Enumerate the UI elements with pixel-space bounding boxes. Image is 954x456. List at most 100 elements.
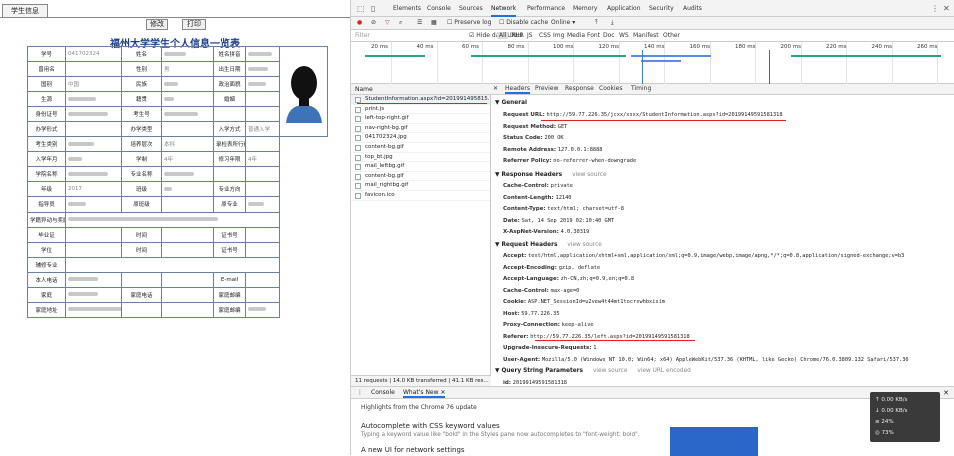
preserve-log-checkbox[interactable]: ☐ Preserve log bbox=[447, 19, 491, 26]
file-icon bbox=[355, 125, 361, 132]
devtools-tab-sources[interactable]: Sources bbox=[459, 0, 483, 17]
file-icon bbox=[355, 154, 361, 161]
clear-icon[interactable]: ⊘ bbox=[371, 19, 376, 26]
table-cell bbox=[65, 196, 122, 213]
table-cell bbox=[65, 241, 122, 258]
devtools-tab-performance[interactable]: Performance bbox=[527, 0, 565, 17]
request-list-item[interactable]: mail_leftbg.gif bbox=[351, 162, 490, 172]
feature-title[interactable]: A new UI for network settings bbox=[361, 446, 465, 454]
devtools-tab-network[interactable]: Network bbox=[491, 0, 517, 17]
detail-tab-cookies[interactable]: Cookies bbox=[599, 85, 623, 92]
timeline-tick-label: 140 ms bbox=[644, 44, 665, 50]
drawer-tab-whats-new[interactable]: What's New ✕ bbox=[403, 389, 446, 398]
close-icon[interactable]: ✕ bbox=[943, 4, 950, 13]
timeline-tick-label: 160 ms bbox=[689, 44, 710, 50]
query-string-section-header[interactable]: ▼ Query String Parameters view source view … bbox=[495, 368, 691, 374]
devtools-tab-elements[interactable]: Elements bbox=[393, 0, 421, 17]
filter-type-font[interactable]: Font bbox=[587, 32, 600, 39]
network-overview: 20 ms 40 ms 60 ms 80 ms 100 ms 120 ms 140 ms 16… bbox=[351, 42, 954, 84]
table-cell: 毕业证 bbox=[27, 226, 66, 243]
response-headers-section-header[interactable]: ▼ Response Headers view source bbox=[495, 172, 607, 178]
drawer-tab-console[interactable]: Console bbox=[371, 389, 395, 396]
name-column-header[interactable]: Name bbox=[351, 84, 491, 95]
devtools-tab-security[interactable]: Security bbox=[649, 0, 674, 17]
devtools-tab-application[interactable]: Application bbox=[607, 0, 641, 17]
view-source-link[interactable]: view source bbox=[567, 242, 601, 248]
filter-type-js[interactable]: JS bbox=[527, 32, 533, 39]
export-har-icon[interactable]: ⤓ bbox=[611, 19, 614, 27]
grouping-icon[interactable]: ☰ bbox=[417, 19, 422, 26]
table-cell: 普通入学 bbox=[245, 121, 280, 138]
filter-input[interactable]: Filter bbox=[355, 32, 370, 39]
close-detail-icon[interactable]: ✕ bbox=[493, 85, 498, 92]
request-list-item[interactable]: print.js bbox=[351, 105, 490, 115]
screenshots-icon[interactable]: ▦ bbox=[431, 19, 437, 26]
header-key: Request Method: bbox=[503, 123, 557, 130]
header-key: Cache-Control: bbox=[503, 287, 549, 294]
filter-type-all[interactable]: All bbox=[497, 32, 509, 39]
detail-tab-preview[interactable]: Preview bbox=[535, 85, 558, 92]
table-cell: 041702324 bbox=[65, 45, 122, 63]
table-cell: 4年 bbox=[161, 151, 214, 168]
filter-type-other[interactable]: Other bbox=[663, 32, 680, 39]
search-icon[interactable]: ⌕ bbox=[399, 19, 402, 27]
detail-tab-headers[interactable]: Headers bbox=[505, 85, 530, 94]
filter-type-xhr[interactable]: XHR bbox=[511, 32, 524, 39]
record-icon[interactable]: ● bbox=[357, 19, 362, 26]
detail-tab-timing[interactable]: Timing bbox=[631, 85, 651, 92]
header-key: User-Agent: bbox=[503, 356, 541, 363]
filter-type-img[interactable]: Img bbox=[553, 32, 564, 39]
header-key: Accept: bbox=[503, 253, 527, 259]
close-drawer-icon[interactable]: ✕ bbox=[943, 389, 949, 397]
general-section-header[interactable]: ▼ General bbox=[495, 100, 527, 106]
request-list-item[interactable]: content-bg.gif bbox=[351, 172, 490, 182]
inspect-icon[interactable]: ⬚ bbox=[357, 4, 365, 13]
request-list-item[interactable]: content-bg.gif bbox=[351, 143, 490, 153]
student-info-tab[interactable]: 学生信息 bbox=[2, 4, 48, 17]
devtools-tab-audits[interactable]: Audits bbox=[683, 0, 702, 17]
query-string-title: Query String Parameters bbox=[501, 368, 583, 374]
domcontentloaded-marker bbox=[642, 50, 643, 84]
drawer-menu-icon[interactable]: ⋮ bbox=[357, 389, 363, 396]
view-url-encoded-link[interactable]: view URL encoded bbox=[637, 368, 690, 374]
settings-more-icon[interactable]: ⋮ bbox=[931, 4, 939, 13]
request-list-item[interactable]: favicon.ico bbox=[351, 191, 490, 201]
header-value: no-referrer-when-downgrade bbox=[553, 158, 637, 164]
request-list-item[interactable]: nav-right-bg.gif bbox=[351, 124, 490, 134]
detail-tab-response[interactable]: Response bbox=[565, 85, 594, 92]
feature-title[interactable]: Autocomplete with CSS keyword values bbox=[361, 422, 500, 430]
timeline-tick-label: 100 ms bbox=[553, 44, 574, 50]
table-cell: 家庭 bbox=[27, 286, 66, 303]
device-toolbar-icon[interactable]: ▯ bbox=[371, 4, 375, 13]
table-cell: 年级 bbox=[27, 181, 66, 198]
print-button[interactable]: 打印 bbox=[182, 19, 206, 30]
view-source-link[interactable]: view source bbox=[572, 172, 606, 178]
table-cell: 本科 bbox=[161, 136, 214, 153]
filter-type-ws[interactable]: WS bbox=[619, 32, 629, 39]
devtools-tab-memory[interactable]: Memory bbox=[573, 0, 597, 17]
request-headers-section-header[interactable]: ▼ Request Headers view source bbox=[495, 242, 602, 248]
filter-type-media[interactable]: Media bbox=[567, 32, 585, 39]
filter-type-manifest[interactable]: Manifest bbox=[633, 32, 659, 39]
request-list-item[interactable]: left-top-right.gif bbox=[351, 114, 490, 124]
edit-button[interactable]: 修改 bbox=[146, 19, 168, 30]
filter-type-css[interactable]: CSS bbox=[539, 32, 551, 39]
devtools-tab-console[interactable]: Console bbox=[427, 0, 451, 17]
detail-tabs: ✕ Headers Preview Response Cookies Timing bbox=[491, 84, 954, 95]
view-source-link[interactable]: view source bbox=[593, 368, 627, 374]
header-row: Cache-Control: max-age=0 bbox=[503, 288, 579, 294]
header-key: Proxy-Connection: bbox=[503, 322, 560, 328]
throttling-select[interactable]: Online ▾ bbox=[551, 19, 575, 26]
table-cell: 考生类别 bbox=[27, 136, 66, 153]
redacted-value bbox=[68, 141, 94, 146]
table-cell: 原班级 bbox=[121, 196, 162, 213]
status-bar: 11 requests | 14.0 KB transferred | 41.1… bbox=[351, 375, 491, 386]
filter-icon[interactable]: ▽ bbox=[385, 19, 390, 26]
import-har-icon[interactable]: ⤒ bbox=[595, 19, 598, 27]
request-list-item[interactable]: mail_rightbg.gif bbox=[351, 181, 490, 191]
disable-cache-checkbox[interactable]: ☐ Disable cache bbox=[499, 19, 548, 26]
request-list-item[interactable]: top_bt.jpg bbox=[351, 153, 490, 163]
filter-type-doc[interactable]: Doc bbox=[603, 32, 615, 39]
header-key: Content-Length: bbox=[503, 194, 554, 201]
request-list-item[interactable]: 041702324.jpg bbox=[351, 133, 490, 143]
